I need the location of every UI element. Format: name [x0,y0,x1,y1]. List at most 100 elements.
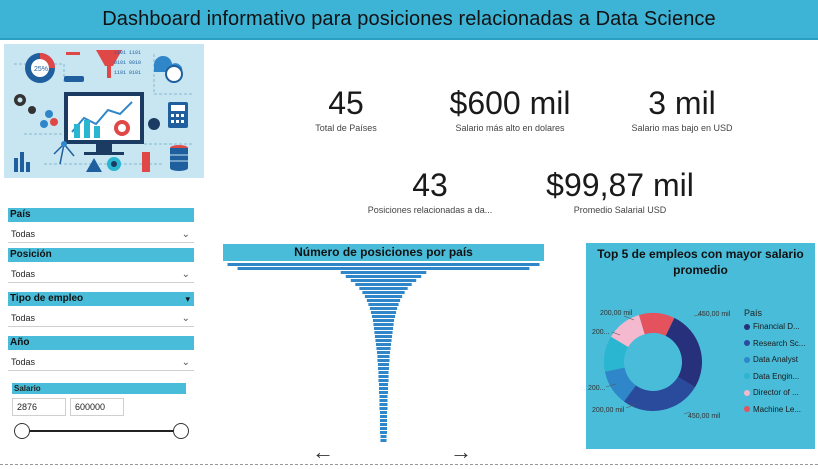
donut-label-d: 200... [588,385,606,392]
funnel-bar[interactable] [378,371,389,374]
dropdown-value: Todas [11,229,36,239]
posiciones-por-pais-chart [227,263,540,442]
funnel-bar[interactable] [364,295,403,298]
funnel-bar[interactable] [373,327,394,330]
funnel-bar[interactable] [355,283,412,286]
funnel-bar[interactable] [370,311,397,314]
salary-slider-min-handle[interactable] [14,423,30,439]
legend-dot-icon [744,356,750,363]
funnel-bar[interactable] [374,331,393,334]
funnel-bar[interactable] [380,439,387,442]
funnel-bar[interactable] [377,359,390,362]
funnel-bar[interactable] [377,363,390,366]
funnel-bar[interactable] [376,347,391,350]
legend-item[interactable]: Director of ... [744,388,799,397]
funnel-bar[interactable] [378,391,389,394]
salary-slider-track[interactable] [22,430,182,432]
funnel-bar[interactable] [379,403,388,406]
funnel-bar[interactable] [378,387,389,390]
funnel-bar[interactable] [374,335,393,338]
funnel-bar[interactable] [379,407,388,410]
legend-dot-icon [744,323,750,330]
svg-text:0101 0010: 0101 0010 [114,60,141,66]
kpi-value: $600 mil [449,85,571,121]
funnel-bar[interactable] [379,399,388,402]
title-bar: Dashboard informativo para posiciones re… [0,0,818,40]
legend-label: Research Sc... [753,338,806,348]
filter-posicion-dropdown[interactable]: Todas ⌄ [8,266,194,283]
funnel-bar[interactable] [368,303,399,306]
salary-slider-max-handle[interactable] [173,423,189,439]
funnel-bar[interactable] [377,355,390,358]
donut-label-a: 450,00 mil [698,311,731,318]
funnel-bar[interactable] [379,411,388,414]
dropdown-value: Todas [11,357,36,367]
chevron-down-icon: ⌄ [181,357,190,368]
dashboard-page: Dashboard informativo para posiciones re… [0,0,818,469]
funnel-bar[interactable] [366,299,401,302]
funnel-bar[interactable] [237,267,530,270]
kpi-total-paises: 45 Total de Países [300,85,392,133]
funnel-bar[interactable] [378,383,389,386]
funnel-bar[interactable] [376,351,391,354]
funnel-bar[interactable] [371,315,396,318]
chevron-down-icon: ⌄ [181,229,190,240]
kpi-posiciones: 43 Posiciones relacionadas a da... [356,167,504,215]
legend-item[interactable]: Machine Le... [744,405,801,414]
donut-label-c: 200... [592,329,610,336]
donut-label-f: 450,00 mil [688,413,721,420]
funnel-bar[interactable] [340,271,427,274]
dropdown-value: Todas [11,313,36,323]
donut-slice[interactable] [665,317,702,388]
funnel-bar[interactable] [379,427,388,430]
funnel-bar[interactable] [227,263,540,266]
arrow-left-icon[interactable]: ← [312,441,334,463]
funnel-bar[interactable] [378,379,389,382]
donut-slice[interactable] [623,376,695,411]
legend-item[interactable]: Financial D... [744,322,800,331]
filter-tipo-empleo-dropdown[interactable]: Todas ⌄ [8,310,194,327]
filter-anio-dropdown[interactable]: Todas ⌄ [8,354,194,371]
bar-chart-title: Número de posiciones por país [223,244,544,261]
donut-label-b: 200,00 mil [600,310,633,317]
filter-pais-dropdown[interactable]: Todas ⌄ [8,226,194,243]
funnel-bar[interactable] [350,279,417,282]
kpi-value: 45 [328,85,364,121]
kpi-salario-max: $600 mil Salario más alto en dolares [430,85,590,133]
funnel-bar[interactable] [379,419,388,422]
svg-text:1101 1101: 1101 1101 [114,50,141,56]
funnel-bar[interactable] [377,367,390,370]
salary-max-input[interactable]: 600000 [70,398,124,416]
funnel-bar[interactable] [379,395,388,398]
kpi-value: 43 [412,167,448,203]
funnel-bar[interactable] [379,423,388,426]
funnel-bar[interactable] [372,319,395,322]
filter-label-text: Salario [14,384,41,393]
funnel-bar[interactable] [375,343,392,346]
collapse-chevron-icon[interactable]: ▾ [185,292,190,306]
data-science-illustration: 25% 1101 1101 0101 0010 1101 0101 [4,44,204,178]
funnel-bar[interactable] [345,275,422,278]
funnel-bar[interactable] [362,291,405,294]
salary-min-input[interactable]: 2876 [12,398,66,416]
funnel-bar[interactable] [379,431,388,434]
funnel-bar[interactable] [369,307,398,310]
kpi-value: $99,87 mil [546,167,694,203]
funnel-bar[interactable] [380,435,387,438]
funnel-bar[interactable] [379,415,388,418]
legend-item[interactable]: Research Sc... [744,339,805,348]
legend-label: Data Engin... [753,371,800,381]
arrow-right-icon[interactable]: → [450,441,472,463]
filter-label-text: Tipo de empleo [10,293,84,304]
chevron-down-icon: ⌄ [181,269,190,280]
funnel-bar[interactable] [375,339,392,342]
funnel-bar[interactable] [378,375,389,378]
filter-pais-label: País [8,208,194,222]
legend-item[interactable]: Data Engin... [744,372,799,381]
donut-label-e: 200,00 mil [592,407,625,414]
funnel-bar[interactable] [373,323,394,326]
funnel-bar[interactable] [359,287,408,290]
legend-item[interactable]: Data Analyst [744,355,798,364]
page-footer-divider [0,464,818,465]
kpi-label: Salario mas bajo en USD [631,123,733,134]
